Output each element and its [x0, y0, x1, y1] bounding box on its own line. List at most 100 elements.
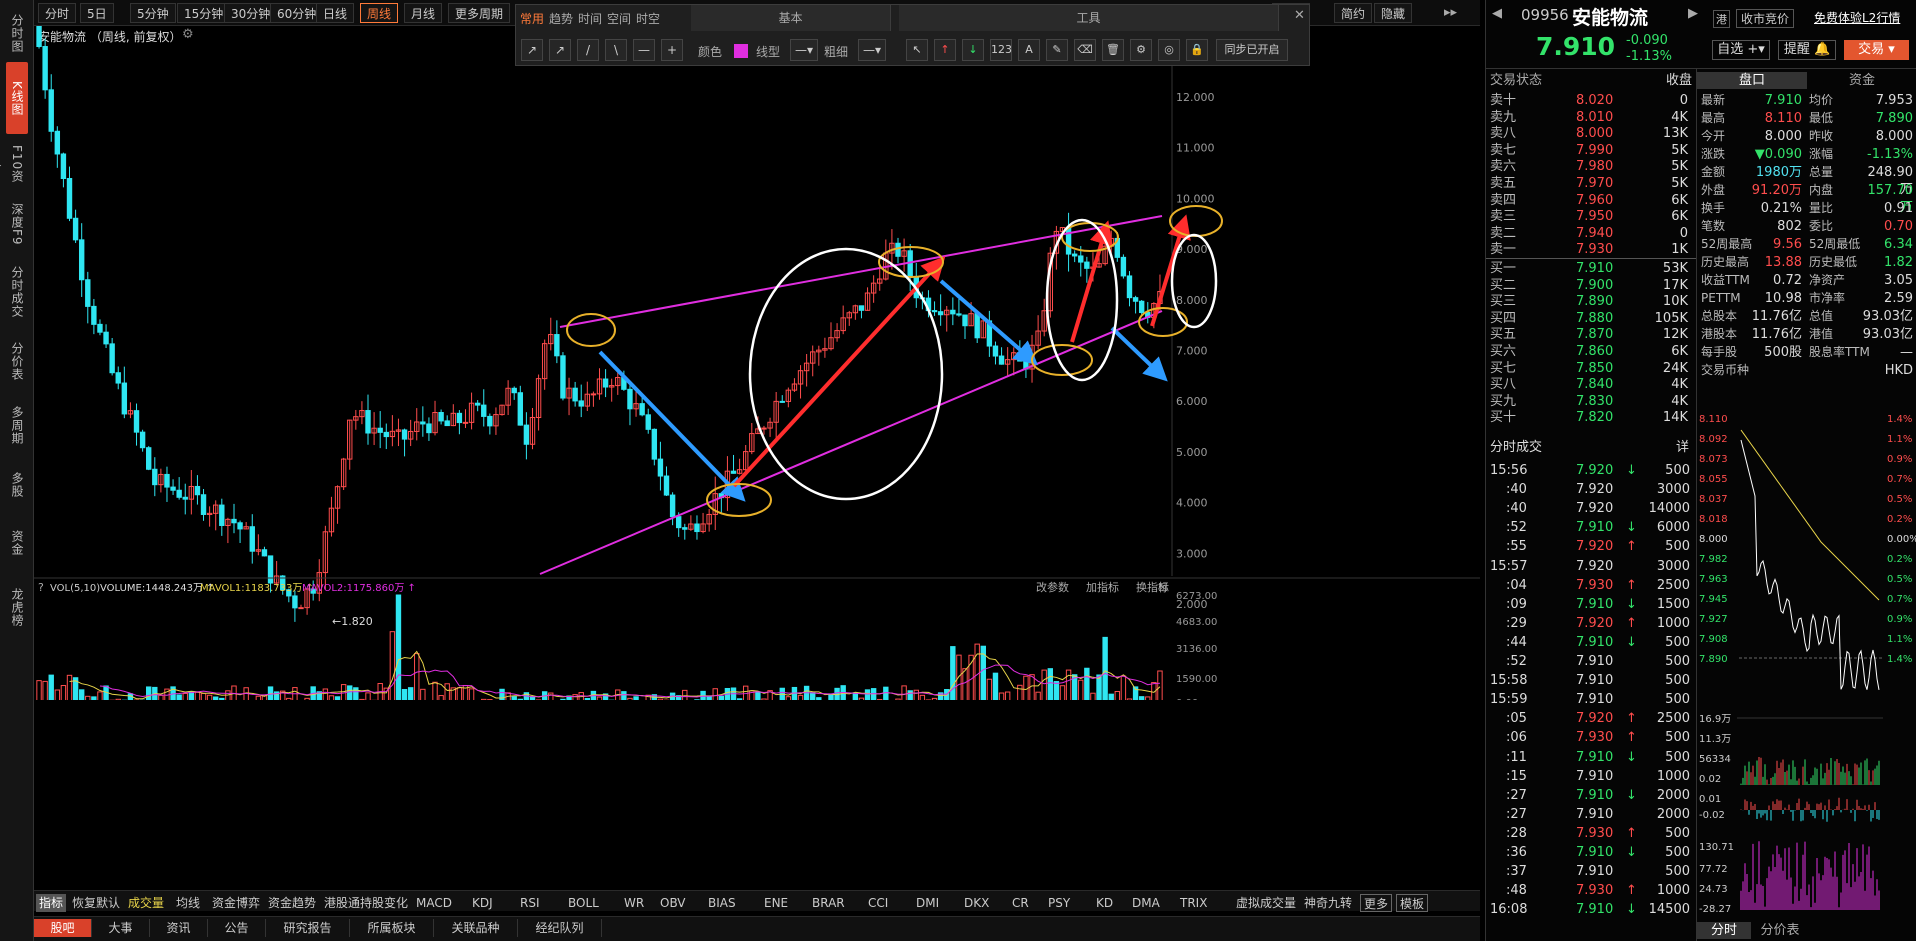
ask-price[interactable]: 7.950 [1576, 208, 1613, 225]
prev-stock-icon[interactable]: ◀ [1492, 6, 1502, 21]
bid-price[interactable]: 7.840 [1576, 376, 1613, 393]
tool-icon-6[interactable]: ⌫ [1074, 39, 1096, 61]
ask-price[interactable]: 7.980 [1576, 158, 1613, 175]
indicator-24[interactable]: 虚拟成交量 [1236, 894, 1296, 912]
ask-price[interactable]: 8.020 [1576, 92, 1613, 109]
bottom-tab-6[interactable]: 关联品种 [434, 919, 518, 937]
bid-price[interactable]: 7.860 [1576, 343, 1613, 360]
thickness-select[interactable]: —▾ [858, 39, 886, 61]
indicator-9[interactable]: RSI [520, 894, 540, 912]
indicator-4[interactable]: 资金博弈 [212, 894, 260, 912]
tool-icon-3[interactable]: 123 [990, 39, 1012, 61]
nav-item-7[interactable]: 多股 [6, 462, 28, 507]
ask-price[interactable]: 7.960 [1576, 192, 1613, 209]
period-tab-1[interactable]: 5日 [80, 3, 114, 23]
period-tab-0[interactable]: 分时 [38, 3, 77, 23]
bottom-tab-0[interactable]: 股吧 [34, 919, 92, 937]
period-tab-7[interactable]: 周线 [360, 3, 399, 23]
mini-tab-0[interactable]: 分时 [1697, 922, 1751, 939]
bid-price[interactable]: 7.880 [1576, 310, 1613, 327]
tool-tab-1[interactable]: 趋势 [549, 10, 573, 27]
bottom-tab-5[interactable]: 所属板块 [350, 919, 434, 937]
nav-item-4[interactable]: 分时成交 [6, 262, 28, 322]
indicator-11[interactable]: WR [624, 894, 644, 912]
alert-button[interactable]: 提醒 🔔 [1778, 40, 1836, 60]
tool-icon-0[interactable]: ↖ [906, 39, 928, 61]
tool-tab-2[interactable]: 时间 [578, 10, 602, 27]
close-icon[interactable]: ✕ [1294, 8, 1305, 23]
indicator-17[interactable]: DMI [916, 894, 939, 912]
bottom-tab-4[interactable]: 研究报告 [266, 919, 350, 937]
trade-button[interactable]: 交易 ▾ [1844, 40, 1909, 60]
indicator-0[interactable]: 指标 [36, 894, 67, 912]
bottom-tab-7[interactable]: 经纪队列 [518, 919, 602, 937]
bid-price[interactable]: 7.850 [1576, 360, 1613, 377]
indicator-18[interactable]: DKX [964, 894, 989, 912]
period-tab-9[interactable]: 更多周期 [448, 3, 511, 23]
indicator-27[interactable]: 模板 [1396, 894, 1429, 912]
indicator-19[interactable]: CR [1012, 894, 1029, 912]
draw-line-icon-4[interactable]: — [633, 39, 655, 61]
expand-icon[interactable]: ▸▸ [1444, 5, 1457, 20]
draw-line-icon-1[interactable]: ↗ [549, 39, 571, 61]
view-tab-2[interactable]: 隐藏 [1374, 3, 1413, 23]
bid-price[interactable]: 7.870 [1576, 326, 1613, 343]
indicator-22[interactable]: DMA [1132, 894, 1160, 912]
period-tab-2[interactable]: 5分钟 [130, 3, 176, 23]
ask-price[interactable]: 7.970 [1576, 175, 1613, 192]
draw-line-icon-0[interactable]: ↗ [521, 39, 543, 61]
quote-tab-1[interactable]: 资金 [1807, 72, 1916, 89]
nav-item-9[interactable]: 龙虎榜 [6, 577, 28, 637]
mini-tab-1[interactable]: 分价表 [1753, 922, 1807, 939]
tool-icon-4[interactable]: A [1018, 39, 1040, 61]
indicator-1[interactable]: 恢复默认 [72, 894, 120, 912]
kline-chart-area[interactable]: 安能物流 （周线, 前复权） ⚙ 13.00012.00011.00010.00… [34, 26, 1480, 700]
time-sales-detail[interactable]: 详 [1676, 439, 1689, 456]
sync-button[interactable]: 同步已开启 [1216, 39, 1288, 61]
tool-icon-1[interactable]: ↑ [934, 39, 956, 61]
draw-line-icon-3[interactable]: \ [605, 39, 627, 61]
color-swatch[interactable] [734, 44, 748, 58]
auction-button[interactable]: 收市竞价 [1736, 9, 1795, 28]
indicator-21[interactable]: KD [1096, 894, 1113, 912]
quote-tab-0[interactable]: 盘口 [1697, 72, 1807, 89]
ask-price[interactable]: 7.990 [1576, 142, 1613, 159]
indicator-5[interactable]: 资金趋势 [268, 894, 316, 912]
period-tab-3[interactable]: 15分钟 [177, 3, 231, 23]
nav-item-0[interactable]: 分时图 [6, 8, 28, 58]
nav-item-2[interactable]: F10资料 [0, 140, 28, 188]
bottom-tab-1[interactable]: 大事 [92, 919, 150, 937]
tool-tab-0[interactable]: 常用 [520, 10, 544, 27]
ask-price[interactable]: 8.010 [1576, 109, 1613, 126]
bottom-tab-3[interactable]: 公告 [208, 919, 266, 937]
indicator-15[interactable]: BRAR [812, 894, 845, 912]
indicator-26[interactable]: 更多 [1360, 894, 1393, 912]
bid-price[interactable]: 7.890 [1576, 293, 1613, 310]
tool-icon-9[interactable]: ◎ [1158, 39, 1180, 61]
tool-icon-10[interactable]: 🔒 [1186, 39, 1208, 61]
nav-item-6[interactable]: 多周期 [6, 397, 28, 453]
l2-link[interactable]: 免费体验L2行情 [1814, 9, 1900, 26]
period-tab-6[interactable]: 日线 [316, 3, 355, 23]
draw-line-icon-2[interactable]: / [577, 39, 599, 61]
tool-icon-2[interactable]: ↓ [962, 39, 984, 61]
nav-item-1[interactable]: K线图 [6, 62, 28, 134]
indicator-25[interactable]: 神奇九转 [1304, 894, 1352, 912]
nav-item-5[interactable]: 分价表 [6, 335, 28, 387]
indicator-23[interactable]: TRIX [1180, 894, 1207, 912]
indicator-14[interactable]: ENE [764, 894, 788, 912]
indicator-3[interactable]: 均线 [176, 894, 200, 912]
next-stock-icon[interactable]: ▶ [1688, 6, 1698, 21]
indicator-20[interactable]: PSY [1048, 894, 1070, 912]
bid-price[interactable]: 7.910 [1576, 260, 1613, 277]
tool-icon-8[interactable]: ⚙ [1130, 39, 1152, 61]
indicator-10[interactable]: BOLL [568, 894, 599, 912]
indicator-7[interactable]: MACD [416, 894, 452, 912]
indicator-6[interactable]: 港股通持股变化 [324, 894, 408, 912]
tool-tab-4[interactable]: 时空 [636, 10, 660, 27]
ask-price[interactable]: 7.930 [1576, 241, 1613, 258]
nav-item-3[interactable]: 深度F9 [6, 200, 28, 248]
line-type-select[interactable]: —▾ [790, 39, 818, 61]
nav-item-8[interactable]: 资金 [6, 518, 28, 568]
bid-price[interactable]: 7.830 [1576, 393, 1613, 410]
